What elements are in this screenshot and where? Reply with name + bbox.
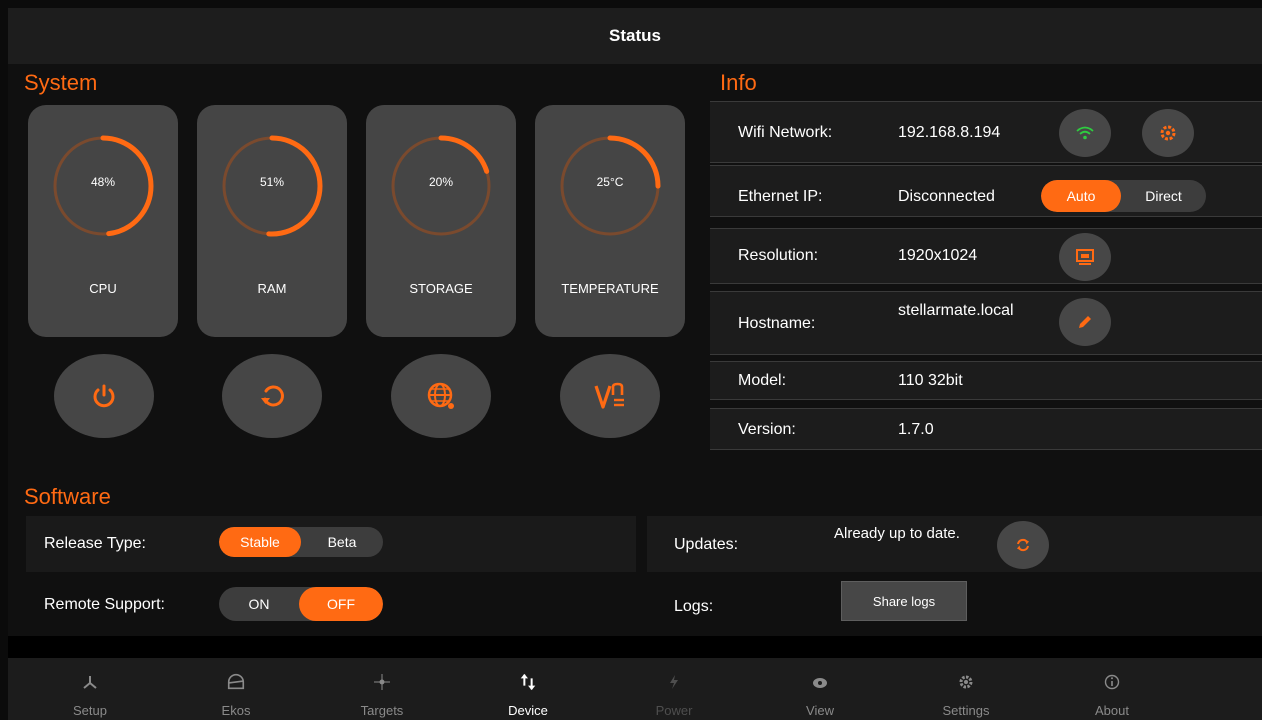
device-icon (520, 673, 536, 691)
release-type-label: Release Type: (44, 535, 146, 552)
version-row: Version: 1.7.0 (710, 408, 1262, 450)
bottom-nav: Setup Ekos Targets Device Power View Set… (8, 658, 1262, 720)
shutdown-button[interactable] (54, 354, 154, 438)
nav-targets[interactable]: Targets (322, 658, 442, 720)
cpu-gauge-label: CPU (89, 281, 117, 296)
nav-device[interactable]: Device (468, 658, 588, 720)
network-settings-button[interactable] (1142, 109, 1194, 157)
wifi-icon (1076, 126, 1094, 140)
nav-settings[interactable]: Settings (906, 658, 1026, 720)
nav-setup[interactable]: Setup (30, 658, 150, 720)
release-stable-option[interactable]: Stable (219, 527, 301, 557)
ethernet-direct-option[interactable]: Direct (1121, 180, 1206, 212)
gear-icon (1160, 125, 1176, 141)
temperature-gauge-card: 25°C TEMPERATURE (535, 105, 685, 337)
resolution-label: Resolution: (738, 247, 819, 264)
release-beta-option[interactable]: Beta (301, 527, 383, 557)
nav-setup-label: Setup (73, 703, 107, 718)
remote-support-toggle: ON OFF (219, 587, 383, 621)
release-type-toggle: Stable Beta (219, 527, 383, 557)
cpu-gauge-value: 48% (90, 175, 116, 189)
separator-bar (8, 636, 1262, 658)
model-row: Model: 110 32bit (710, 361, 1262, 400)
resolution-row: Resolution: 1920x1024 (710, 228, 1262, 284)
storage-gauge-value: 20% (428, 175, 454, 189)
page-title: Status (609, 26, 661, 45)
ram-gauge-value: 51% (259, 175, 285, 189)
temperature-gauge-value: 25°C (596, 175, 624, 189)
cpu-gauge-card: 48% CPU (28, 105, 178, 337)
nav-view-label: View (806, 703, 834, 718)
storage-gauge-card: 20% STORAGE (366, 105, 516, 337)
software-section-title: Software (24, 484, 111, 509)
ram-gauge-card: 51% RAM (197, 105, 347, 337)
screen-resolution-icon (1076, 249, 1094, 265)
system-section-title: System (24, 70, 98, 95)
vnc-button[interactable] (560, 354, 660, 438)
web-access-button[interactable] (391, 354, 491, 438)
updates-label: Updates: (674, 536, 739, 553)
hostname-row: Hostname: stellarmate.local (710, 291, 1262, 355)
ethernet-value: Disconnected (898, 188, 995, 205)
title-bar: Status (8, 8, 1262, 64)
restart-icon (261, 385, 284, 407)
wifi-button[interactable] (1059, 109, 1111, 157)
view-icon (813, 678, 827, 688)
targets-icon (374, 674, 390, 690)
share-logs-button[interactable]: Share logs (841, 581, 967, 621)
settings-icon (959, 675, 973, 689)
nav-about[interactable]: About (1052, 658, 1172, 720)
ethernet-row: Ethernet IP: Disconnected Auto Direct (710, 165, 1262, 217)
nav-view[interactable]: View (760, 658, 880, 720)
wifi-value: 192.168.8.194 (898, 124, 1001, 141)
web-icon (427, 382, 454, 409)
storage-gauge-label: STORAGE (409, 281, 473, 296)
edit-hostname-button[interactable] (1059, 298, 1111, 346)
nav-ekos[interactable]: Ekos (176, 658, 296, 720)
version-value: 1.7.0 (898, 421, 934, 438)
ethernet-label: Ethernet IP: (738, 188, 823, 205)
model-label: Model: (738, 372, 787, 389)
nav-power-label: Power (655, 703, 693, 718)
info-section-title: Info (720, 70, 757, 95)
setup-icon (83, 676, 97, 689)
refresh-icon (1017, 538, 1029, 552)
nav-device-label: Device (508, 703, 548, 718)
pencil-icon (1079, 316, 1091, 328)
remote-on-option[interactable]: ON (219, 587, 299, 621)
power-bolt-icon (670, 675, 678, 689)
restart-button[interactable] (222, 354, 322, 438)
nav-about-label: About (1095, 703, 1129, 718)
nav-ekos-label: Ekos (221, 703, 251, 718)
wifi-label: Wifi Network: (738, 124, 833, 141)
vnc-icon (594, 382, 624, 409)
nav-settings-label: Settings (942, 703, 990, 718)
version-label: Version: (738, 421, 796, 438)
power-icon (93, 384, 115, 408)
check-updates-button[interactable] (997, 521, 1049, 569)
hostname-label: Hostname: (738, 315, 816, 332)
ethernet-mode-toggle: Auto Direct (1041, 180, 1206, 212)
remote-off-option[interactable]: OFF (299, 587, 383, 621)
wifi-row: Wifi Network: 192.168.8.194 (710, 101, 1262, 163)
resolution-value: 1920x1024 (898, 247, 978, 264)
remote-support-label: Remote Support: (44, 596, 165, 613)
updates-status: Already up to date. (834, 525, 960, 542)
about-icon (1104, 674, 1120, 690)
ram-gauge-label: RAM (257, 281, 287, 296)
ekos-icon (227, 673, 245, 690)
hostname-value: stellarmate.local (898, 302, 1014, 319)
nav-power[interactable]: Power (614, 658, 734, 720)
nav-targets-label: Targets (360, 703, 404, 718)
model-value: 110 32bit (898, 372, 963, 389)
logs-label: Logs: (674, 598, 714, 615)
ethernet-auto-option[interactable]: Auto (1041, 180, 1121, 212)
temperature-gauge-label: TEMPERATURE (561, 281, 659, 296)
resolution-button[interactable] (1059, 233, 1111, 281)
